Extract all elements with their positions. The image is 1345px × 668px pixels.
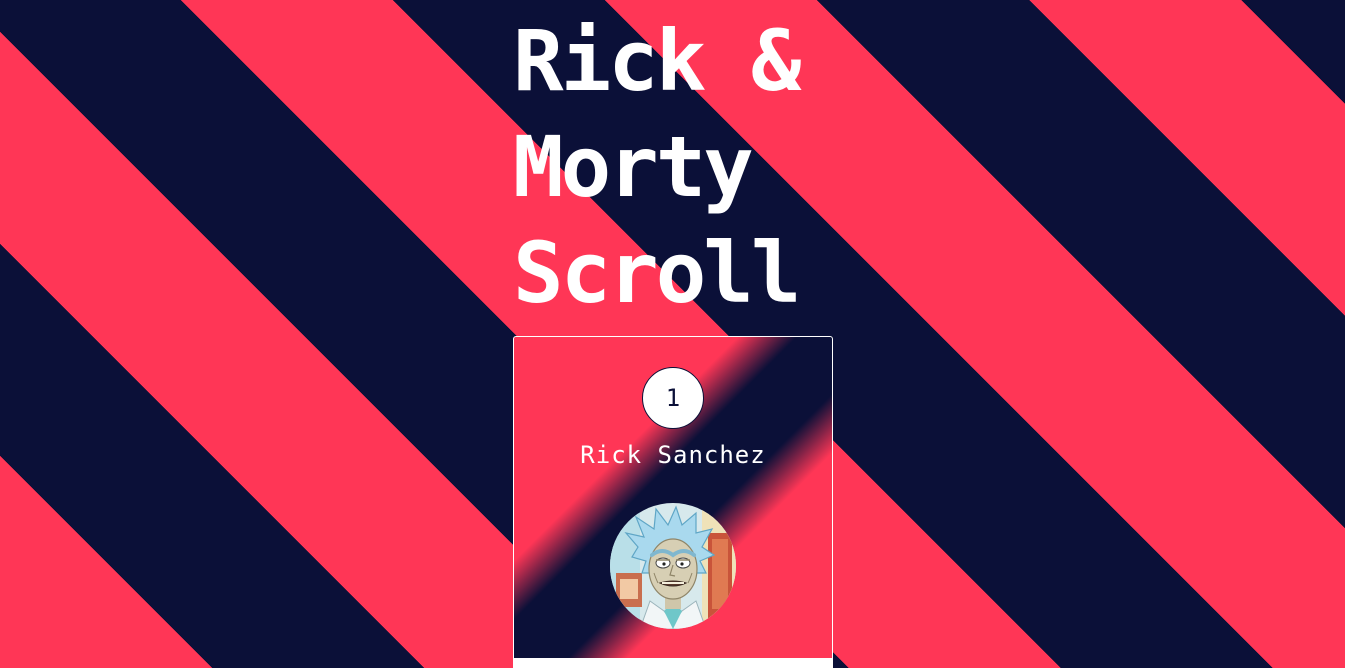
card-footer [514,658,832,668]
rick-sanchez-avatar-icon [610,503,736,629]
character-card[interactable]: 1 Rick Sanchez [513,336,833,668]
page-title-line: Rick & [513,12,801,110]
page-title-line: Scroll [513,224,801,322]
page-title-line: Morty [513,118,754,216]
character-number: 1 [665,384,681,412]
character-number-badge: 1 [642,367,704,429]
page-title: Rick & Morty Scroll [513,8,853,326]
character-name: Rick Sanchez [580,441,766,469]
